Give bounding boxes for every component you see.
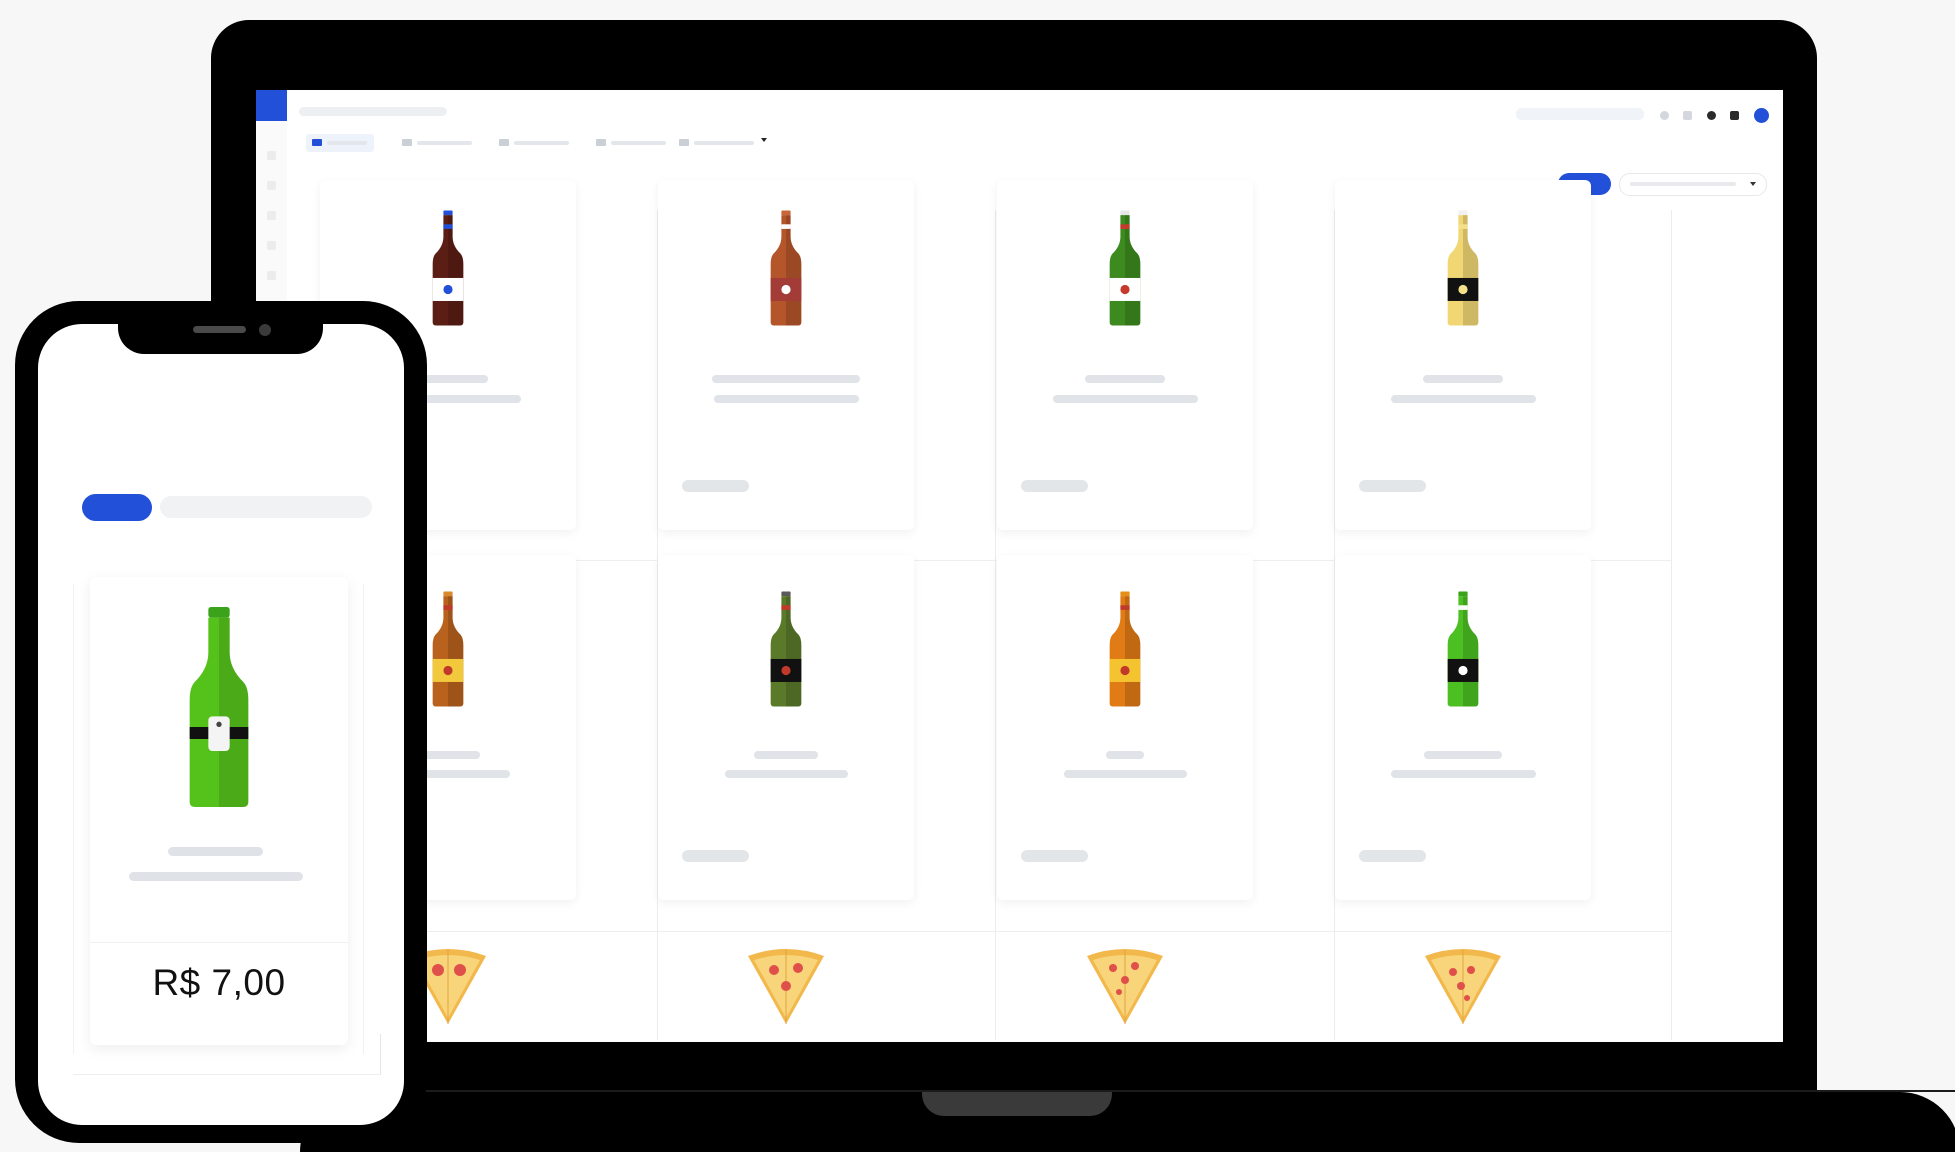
product-desc-placeholder [1052, 395, 1198, 403]
chevron-down-icon[interactable] [761, 138, 767, 142]
product-card[interactable] [1335, 555, 1591, 900]
product-desc-placeholder [1390, 395, 1536, 403]
tab-2[interactable] [402, 137, 482, 149]
notification-icon[interactable] [1660, 111, 1669, 120]
sidebar-item-icon[interactable] [267, 241, 276, 250]
list-icon [499, 139, 509, 146]
beer-bottle-bright-green-icon [1447, 591, 1479, 707]
beer-bottle-dark-brown-icon [432, 210, 464, 326]
avatar[interactable] [1754, 108, 1769, 123]
gear-icon[interactable] [1707, 111, 1716, 120]
tab-1[interactable] [312, 137, 372, 149]
grid-divider [995, 210, 996, 1040]
grid-divider [356, 931, 1672, 932]
product-price-placeholder [1359, 480, 1426, 492]
pizza-slice-veggie-icon [748, 949, 824, 1024]
pizza-slice-supreme-icon [1087, 949, 1163, 1024]
product-card[interactable] [997, 940, 1253, 1042]
product-name-placeholder [754, 751, 818, 759]
speaker-icon [193, 326, 246, 333]
tab-5[interactable] [679, 137, 759, 149]
page-title-placeholder [299, 107, 447, 116]
laptop-thumb-notch [922, 1092, 1112, 1116]
tab-label-placeholder [417, 141, 472, 145]
product-name-placeholder [712, 375, 860, 383]
card-edge [73, 584, 74, 1054]
phone-screen: R$ 7,00 [38, 324, 404, 1125]
list-icon [679, 139, 689, 146]
tab-3[interactable] [499, 137, 579, 149]
product-name-placeholder [168, 847, 263, 856]
dropdown-value-placeholder [1630, 182, 1736, 186]
laptop-base [300, 1092, 1955, 1152]
search-input[interactable] [1516, 108, 1644, 120]
pizza-slice-mushroom-icon [1425, 949, 1501, 1024]
product-name-placeholder [1423, 375, 1503, 383]
product-price-placeholder [682, 850, 749, 862]
grid-divider [1671, 210, 1672, 1040]
product-card[interactable] [1335, 940, 1591, 1042]
sidebar-item-icon[interactable] [267, 151, 276, 160]
calendar-icon[interactable] [1683, 111, 1692, 120]
product-price-placeholder [1021, 850, 1088, 862]
fullscreen-icon[interactable] [1730, 111, 1739, 120]
product-price: R$ 7,00 [152, 962, 286, 1003]
phone-frame: R$ 7,00 [15, 301, 427, 1143]
card-edge [73, 1074, 381, 1075]
product-price-placeholder [1021, 480, 1088, 492]
sidebar-logo[interactable] [256, 90, 287, 121]
beer-bottle-brown-yellow-icon [432, 591, 464, 707]
search-input[interactable] [160, 496, 372, 518]
beer-bottle-orange-icon [1109, 591, 1141, 707]
monitor-icon [312, 139, 322, 146]
tab-label-placeholder [611, 141, 666, 145]
product-card[interactable] [658, 940, 914, 1042]
product-card[interactable] [1335, 180, 1591, 530]
beer-bottle-amber-icon [770, 210, 802, 326]
chevron-down-icon [1750, 182, 1756, 186]
card-edge [380, 1034, 381, 1074]
laptop-screen [256, 90, 1783, 1042]
product-name-placeholder [1106, 751, 1144, 759]
product-price-placeholder [1359, 850, 1426, 862]
card-divider [90, 942, 348, 943]
category-pill-button[interactable] [82, 494, 152, 521]
beer-bottle-green-icon [189, 607, 249, 807]
camera-icon [259, 324, 271, 336]
tab-4[interactable] [596, 137, 671, 149]
product-card[interactable] [997, 555, 1253, 900]
product-desc-placeholder [129, 872, 303, 881]
product-name-placeholder [1085, 375, 1165, 383]
product-desc-placeholder [1390, 770, 1536, 778]
tab-label-placeholder [694, 141, 754, 145]
tab-label-placeholder [514, 141, 569, 145]
product-card[interactable] [658, 555, 914, 900]
tab-label-placeholder [327, 141, 367, 145]
card-edge [363, 584, 364, 1054]
product-name-placeholder [1424, 751, 1502, 759]
product-desc-placeholder [1063, 770, 1187, 778]
list-icon [596, 139, 606, 146]
beer-bottle-green-icon [1109, 210, 1141, 326]
product-card[interactable] [997, 180, 1253, 530]
product-desc-placeholder [713, 395, 859, 403]
product-card[interactable]: R$ 7,00 [90, 577, 348, 1045]
product-desc-placeholder [724, 770, 848, 778]
filter-dropdown[interactable] [1619, 173, 1767, 196]
beer-bottle-olive-icon [770, 591, 802, 707]
phone-notch [118, 324, 323, 354]
sidebar-item-icon[interactable] [267, 271, 276, 280]
product-card[interactable] [658, 180, 914, 530]
sidebar-item-icon[interactable] [267, 181, 276, 190]
sidebar-item-icon[interactable] [267, 211, 276, 220]
list-icon [402, 139, 412, 146]
product-price-placeholder [682, 480, 749, 492]
beer-bottle-clear-icon [1447, 210, 1479, 326]
